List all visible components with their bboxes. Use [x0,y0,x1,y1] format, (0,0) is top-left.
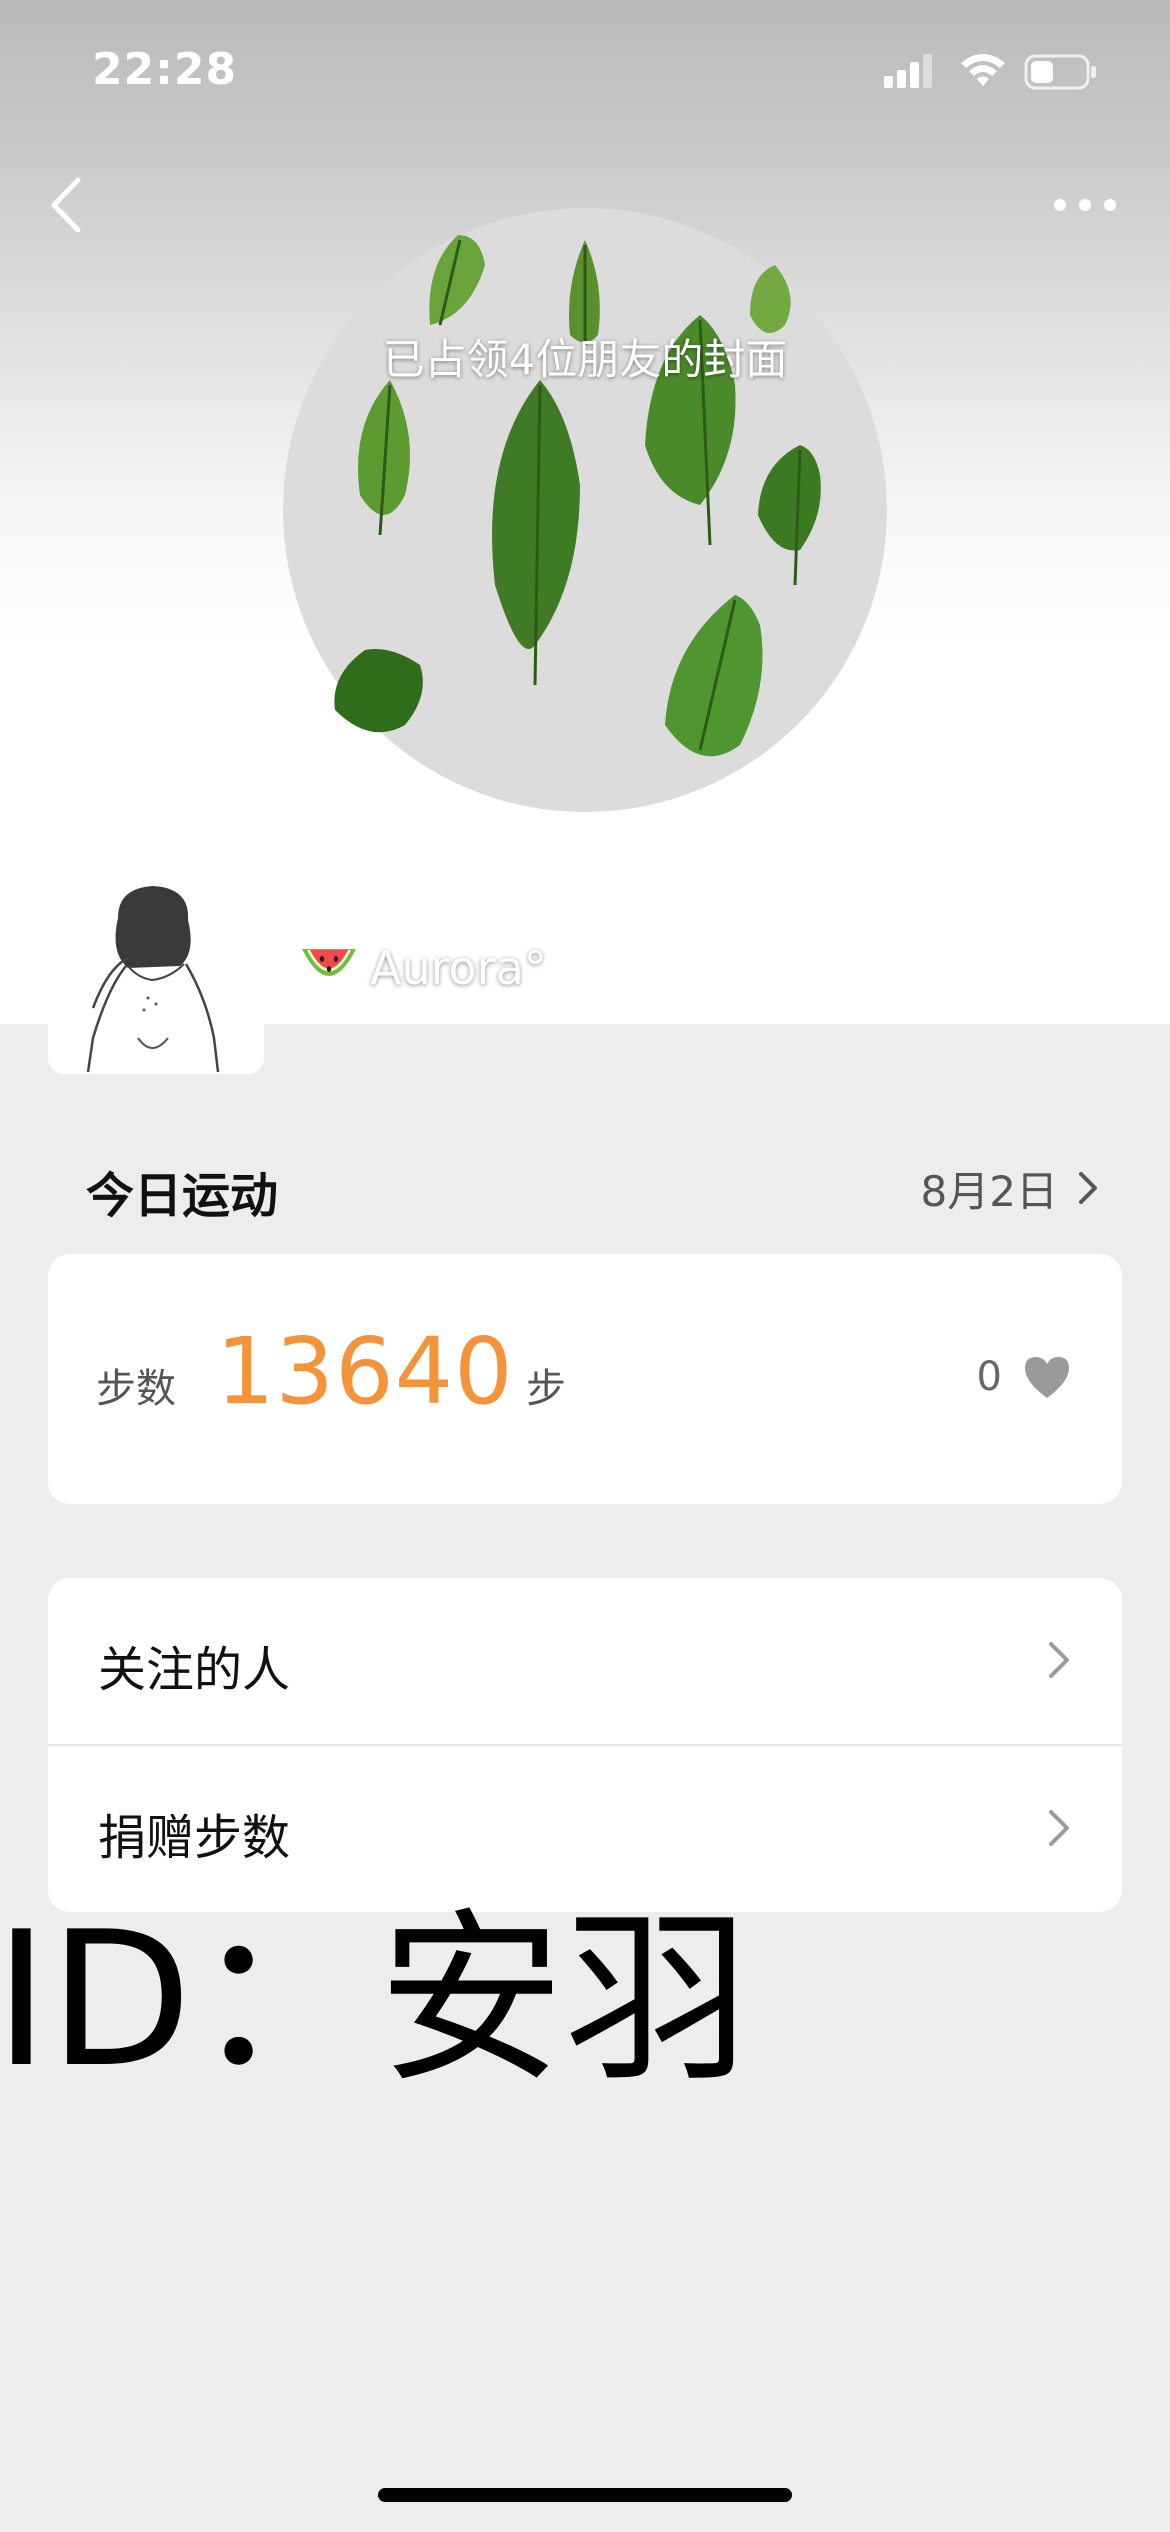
wifi-icon [961,54,1005,86]
likes-button[interactable]: 0 [977,1354,1072,1400]
menu-card: 关注的人 捐赠步数 [48,1578,1122,1912]
status-icons [884,52,1114,96]
heart-icon [1025,1357,1069,1398]
chevron-right-icon [1079,1172,1097,1204]
likes-count: 0 [976,1354,1002,1400]
more-options-button[interactable] [1050,180,1120,230]
status-time: 22:28 [92,44,238,95]
watermelon-emoji-icon [302,949,356,976]
cover-caption[interactable]: 已占领4位朋友的封面 [0,326,1170,387]
date-selector[interactable]: 8月2日 [921,1160,1100,1216]
steps-value: 13640 [216,1318,514,1425]
home-indicator[interactable] [378,2488,792,2502]
date-text: 8月2日 [920,1166,1058,1216]
chevron-right-icon [1049,1810,1069,1846]
steps-card[interactable]: 步数 13640 步 0 [48,1254,1122,1504]
watermark-text: ID：安羽 [0,1891,751,2108]
menu-item-following[interactable]: 关注的人 [48,1578,1122,1744]
steps-label: 步数 [96,1366,176,1412]
chevron-left-icon [51,177,81,233]
ellipsis-icon [1054,199,1116,211]
menu-item-label: 关注的人 [98,1642,291,1698]
menu-item-donate-steps[interactable]: 捐赠步数 [48,1746,1122,1912]
nickname-text: Aurora° [370,941,547,995]
status-bar: 22:28 [0,0,1170,150]
avatar[interactable] [48,858,264,1074]
cellular-signal-icon [884,54,932,88]
nickname: Aurora° [298,938,547,998]
chevron-right-icon [1049,1642,1069,1678]
cover-image[interactable] [280,205,890,815]
today-exercise-title: 今日运动 [86,1168,279,1224]
back-button[interactable] [40,170,100,240]
battery-icon [1024,54,1096,90]
menu-item-label: 捐赠步数 [98,1810,291,1866]
sketch-portrait-image [48,858,264,1074]
steps-unit: 步 [526,1366,566,1412]
